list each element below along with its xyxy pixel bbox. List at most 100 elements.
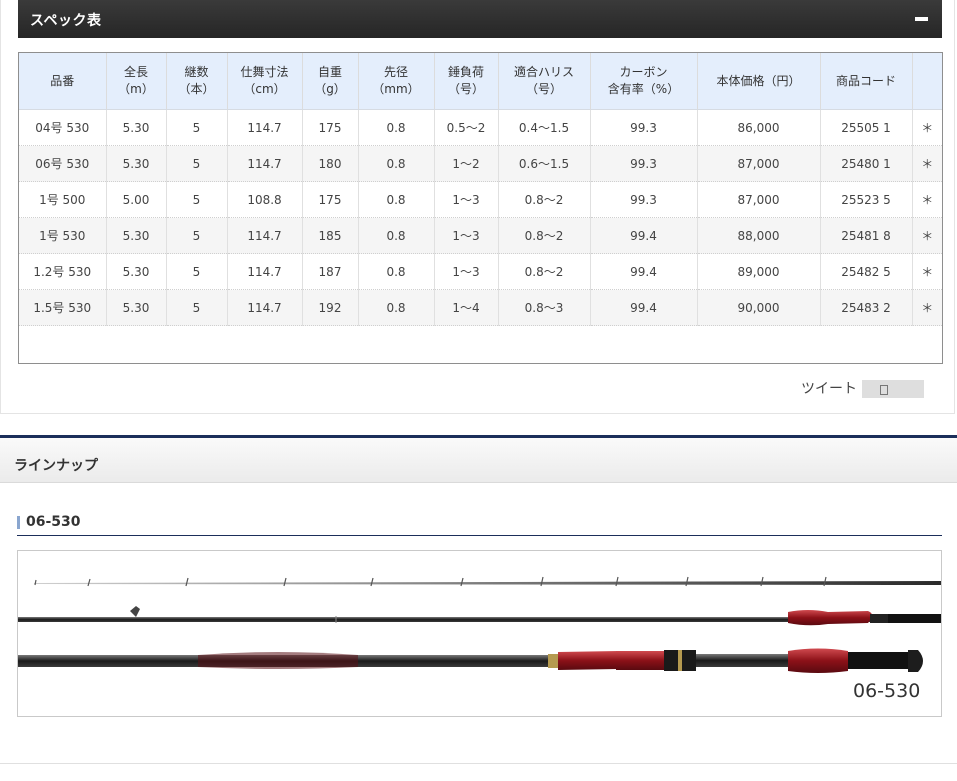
spec-column-header: 全長 （m） <box>106 53 167 110</box>
table-cell: ＊ <box>912 109 942 146</box>
table-row: 1号 530 5.30 5 114.7 185 0.8 1〜3 0.8〜2 99.4 88,000… <box>19 217 942 254</box>
spec-column-header: 品番 <box>19 53 107 110</box>
table-cell: 0.4〜1.5 <box>498 109 591 146</box>
spec-column-header-line: （本） <box>178 82 215 96</box>
table-cell: 99.3 <box>590 145 698 182</box>
bottom-divider <box>0 763 957 781</box>
table-cell: 0.8〜2 <box>498 181 591 218</box>
table-cell: 5.30 <box>106 145 167 182</box>
table-cell: 99.4 <box>590 289 698 326</box>
table-cell: 1〜3 <box>434 253 499 290</box>
table-cell: 114.7 <box>227 145 303 182</box>
table-row: 1号 500 5.00 5 108.8 175 0.8 1〜3 0.8〜2 99.3 87,000… <box>19 181 942 218</box>
table-cell: 114.7 <box>227 217 303 254</box>
table-cell: 114.7 <box>227 109 303 146</box>
table-cell: 0.8 <box>358 181 435 218</box>
lineup-header-bar: ラインナップ <box>0 435 957 483</box>
spec-column-header-line: 錘負荷 <box>447 65 484 79</box>
spec-column-header-line: 全長 <box>123 65 148 79</box>
spec-column-header: カーボン含有率（%） <box>590 53 698 110</box>
spec-table-body: 04号 530 5.30 5 114.7 175 0.8 0.5〜2 0.4〜1.5 99.3 8… <box>19 109 942 326</box>
table-cell: 99.4 <box>590 253 698 290</box>
lineup-title: ラインナップ <box>14 458 98 474</box>
spec-column-header-line: （号） <box>447 82 484 96</box>
table-cell: 25482 5 <box>820 253 913 290</box>
table-cell: 0.8〜3 <box>498 289 591 326</box>
table-cell: 06号 530 <box>19 145 107 182</box>
table-cell: 25483 2 <box>820 289 913 326</box>
spec-column-header-line: 適合ハリス <box>513 65 574 79</box>
spec-table: 品番 全長 （m） 継数 （本） 仕舞寸法 （cm） 自重 （g） 先径 （mm） 錘負荷 （号） 適合ハ… <box>19 53 942 326</box>
table-cell: 0.8 <box>358 289 435 326</box>
model-heading-accent-bar <box>17 516 20 529</box>
collapse-minus-icon[interactable] <box>915 17 928 21</box>
table-cell: 0.8 <box>358 109 435 146</box>
spec-column-header-line: 含有率（%） <box>607 82 680 96</box>
spec-column-header-line: カーボン <box>619 65 668 79</box>
spec-panel: スペック表 品番 全長 （m） 継数 （本） 仕舞寸法 （cm） 自重 （g） 先径 （mm） 錘負荷… <box>0 0 955 414</box>
table-cell: 25481 8 <box>820 217 913 254</box>
table-cell: 1.5号 530 <box>19 289 107 326</box>
table-cell: 5 <box>166 217 228 254</box>
table-cell: 5 <box>166 109 228 146</box>
spec-column-header: 適合ハリス （号） <box>498 53 591 110</box>
table-cell: 5.30 <box>106 253 167 290</box>
table-cell: 0.8〜2 <box>498 217 591 254</box>
spec-column-header-line: （g） <box>314 82 346 96</box>
table-cell: 185 <box>302 217 359 254</box>
table-cell: 04号 530 <box>19 109 107 146</box>
lineup-panel: ラインナップ 06-530 06-530 <box>0 435 957 780</box>
model-heading: 06-530 <box>17 514 942 536</box>
table-cell: 1号 530 <box>19 217 107 254</box>
table-cell: ＊ <box>912 217 942 254</box>
table-cell: ＊ <box>912 181 942 218</box>
table-row: 1.5号 530 5.30 5 114.7 192 0.8 1〜4 0.8〜3 99.4 90,0… <box>19 289 942 326</box>
table-cell: 5 <box>166 289 228 326</box>
table-cell: 180 <box>302 145 359 182</box>
table-cell: 192 <box>302 289 359 326</box>
table-cell: 5.30 <box>106 289 167 326</box>
rod-product-image: 06-530 <box>18 576 941 702</box>
spec-table-header-row: 品番 全長 （m） 継数 （本） 仕舞寸法 （cm） 自重 （g） 先径 （mm） 錘負荷 （号） 適合ハ… <box>19 53 942 110</box>
table-cell: 5.00 <box>106 181 167 218</box>
table-row: 06号 530 5.30 5 114.7 180 0.8 1〜2 0.6〜1.5 99.3 87,… <box>19 145 942 182</box>
rod-tip-section <box>34 576 941 587</box>
spec-column-header-line: 商品コード <box>835 73 896 88</box>
tweet-button[interactable] <box>862 380 924 398</box>
table-cell: 86,000 <box>697 109 821 146</box>
rod-butt-section <box>18 648 923 673</box>
spec-column-header <box>912 53 942 110</box>
table-cell: 114.7 <box>227 253 303 290</box>
spec-column-header: 錘負荷 （号） <box>434 53 499 110</box>
table-cell: 25480 1 <box>820 145 913 182</box>
table-cell: 0.8〜2 <box>498 253 591 290</box>
spec-column-header-line: 仕舞寸法 <box>240 65 289 79</box>
spec-column-header: 継数 （本） <box>166 53 228 110</box>
table-row: 04号 530 5.30 5 114.7 175 0.8 0.5〜2 0.4〜1.5 99.3 8… <box>19 109 942 146</box>
spec-title: スペック表 <box>30 13 102 29</box>
spec-header-bar: スペック表 <box>18 0 942 38</box>
model-name: 06-530 <box>26 514 81 530</box>
spec-column-header-line: （mm） <box>372 82 420 96</box>
table-cell: 5 <box>166 145 228 182</box>
spec-column-header-line: 先径 <box>383 65 408 79</box>
table-cell: 1.2号 530 <box>19 253 107 290</box>
rod-middle-section <box>18 606 941 626</box>
table-cell: 87,000 <box>697 145 821 182</box>
spec-column-header-line: 継数 <box>184 65 209 79</box>
table-cell: 5 <box>166 181 228 218</box>
table-cell: 5 <box>166 253 228 290</box>
rod-image-frame: 06-530 <box>17 550 942 717</box>
table-cell: 114.7 <box>227 289 303 326</box>
table-cell: 1〜2 <box>434 145 499 182</box>
spec-column-header: 本体価格（円） <box>697 53 821 110</box>
spec-column-header-line: 品番 <box>50 73 75 88</box>
spec-column-header-line: （cm） <box>243 82 286 96</box>
table-cell: ＊ <box>912 145 942 182</box>
table-cell: 175 <box>302 181 359 218</box>
table-row: 1.2号 530 5.30 5 114.7 187 0.8 1〜3 0.8〜2 99.4 89,0… <box>19 253 942 290</box>
table-cell: 5.30 <box>106 217 167 254</box>
table-cell: 89,000 <box>697 253 821 290</box>
table-cell: 25523 5 <box>820 181 913 218</box>
table-cell: 5.30 <box>106 109 167 146</box>
